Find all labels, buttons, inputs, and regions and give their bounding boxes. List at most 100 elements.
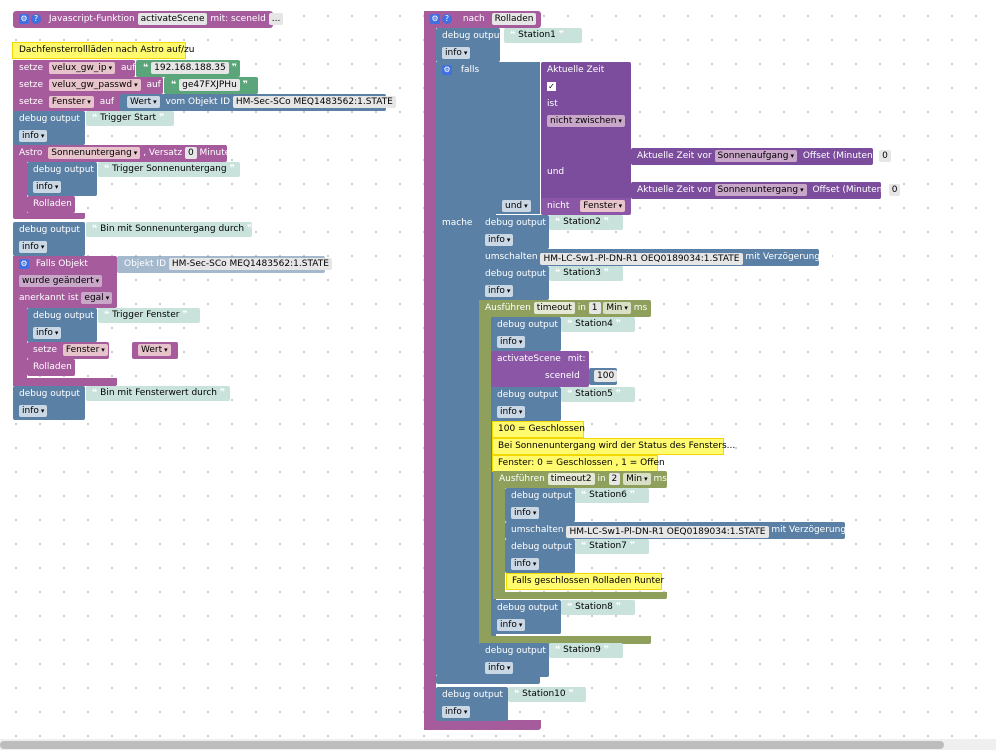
object-id-field[interactable]: HM-Sec-SCo MEQ1483562:1.STATE	[232, 96, 396, 108]
function-label: Javascript-Funktion	[48, 14, 135, 24]
ack-dropdown[interactable]: egal ▾	[81, 292, 113, 304]
procedure-footer	[424, 720, 541, 730]
quote-icon: ❝	[143, 63, 149, 73]
log-level-dropdown[interactable]: info ▾	[497, 619, 526, 631]
log-level-dropdown[interactable]: info ▾	[485, 285, 514, 297]
unit-dropdown[interactable]: Min ▾	[603, 302, 631, 314]
timeout-name-field[interactable]: timeout	[533, 302, 575, 314]
log-level-dropdown[interactable]: info ▾	[485, 234, 514, 246]
offset-field[interactable]: 0	[888, 184, 901, 196]
log-level-dropdown[interactable]: info ▾	[442, 47, 471, 59]
text-field[interactable]: Station3	[563, 268, 601, 278]
function-header: ⚙? Javascript-Funktion activateScene mit…	[16, 12, 284, 27]
log-level-dropdown[interactable]: info ▾	[442, 706, 471, 718]
variable-dropdown[interactable]: Fenster ▾	[48, 96, 94, 108]
comment-block[interactable]: 100 = Geschlossen	[492, 421, 585, 438]
checkmark-icon[interactable]: ✓	[547, 82, 556, 91]
quote-icon: ❞	[158, 113, 165, 123]
log-level-dropdown[interactable]: info ▾	[33, 181, 62, 193]
text-field[interactable]: Bin mit Fensterwert durch	[100, 388, 217, 398]
text-field[interactable]: Station5	[575, 389, 613, 399]
timeout-name-field[interactable]: timeout2	[547, 473, 595, 485]
variable-dropdown[interactable]: velux_gw_ip ▾	[48, 62, 116, 74]
set-keyword: setze	[19, 63, 44, 73]
log-level-dropdown[interactable]: info ▾	[33, 327, 62, 339]
text-field[interactable]: Trigger Sonnenuntergang	[112, 164, 226, 174]
function-name-field[interactable]: activateScene	[137, 13, 208, 25]
text-field[interactable]: Station1	[518, 30, 556, 40]
trigger-footer	[13, 378, 117, 386]
comment-block[interactable]: Fenster: 0 = Geschlossen , 1 = Offen	[492, 455, 665, 472]
text-field[interactable]: Trigger Fenster	[112, 310, 179, 320]
help-icon[interactable]: ?	[442, 13, 452, 24]
log-level-dropdown[interactable]: info ▾	[497, 336, 526, 348]
variable-dropdown[interactable]: velux_gw_passwd ▾	[48, 79, 141, 91]
set-variable-row: setze velux_gw_passwd ▾ auf	[19, 79, 161, 91]
text-field[interactable]: Station6	[589, 490, 627, 500]
unit-dropdown[interactable]: Min ▾	[623, 473, 651, 485]
if-footer	[436, 676, 540, 684]
text-field[interactable]: Station10	[522, 689, 565, 699]
help-icon[interactable]: ?	[31, 13, 41, 24]
timeout-spine	[479, 300, 491, 644]
property-dropdown[interactable]: Wert ▾	[127, 96, 160, 108]
scrollbar-thumb[interactable]	[0, 741, 944, 749]
debug-keyword: debug output	[19, 114, 80, 124]
gear-icon[interactable]: ⚙	[442, 64, 452, 75]
comment-block[interactable]: Dachfensterrollläden nach Astro auf/zu	[12, 42, 194, 59]
object-id-field[interactable]: HM-LC-Sw1-Pl-DN-R1 OEQ0189034:1.STATE	[566, 526, 769, 538]
logic-op-dropdown[interactable]: und ▾	[502, 200, 531, 212]
object-id-field[interactable]: HM-Sec-SCo MEQ1483562:1.STATE	[168, 258, 332, 270]
quote-icon: ❞	[231, 63, 237, 73]
comment-text: Dachfensterrollläden nach Astro auf/zu	[19, 45, 195, 55]
astro-event-dropdown[interactable]: Sonnenaufgang ▾	[714, 150, 797, 162]
text-field[interactable]: Station8	[575, 602, 613, 612]
comment-block[interactable]: Bei Sonnenuntergang wird der Status des …	[492, 438, 735, 455]
log-level-dropdown[interactable]: info ▾	[511, 507, 540, 519]
change-mode-dropdown[interactable]: wurde geändert ▾	[19, 275, 103, 287]
number-field[interactable]: 100	[594, 370, 618, 382]
text-field[interactable]: ge47FXJPHu	[179, 79, 240, 91]
text-field[interactable]: Bin mit Sonnenuntergang durch	[100, 224, 244, 234]
and-block[interactable]	[496, 62, 540, 214]
log-level-dropdown[interactable]: info ▾	[485, 662, 514, 674]
delay-field[interactable]: 2	[608, 473, 621, 485]
log-level-dropdown[interactable]: info ▾	[497, 406, 526, 418]
object-id-field[interactable]: HM-LC-Sw1-Pl-DN-R1 OEQ0189034:1.STATE	[540, 253, 743, 265]
quote-icon: ❞	[242, 80, 248, 90]
procedure-name-field[interactable]: Rolladen	[491, 13, 537, 25]
text-field[interactable]: Trigger Start	[100, 113, 156, 123]
compare-mode-dropdown[interactable]: nicht zwischen ▾	[547, 115, 625, 127]
text-field[interactable]: Station4	[575, 319, 613, 329]
delay-checkbox[interactable]	[848, 525, 858, 534]
timeout-spine	[493, 471, 505, 599]
delay-checkbox[interactable]	[822, 252, 832, 261]
astro-event-dropdown[interactable]: Sonnenuntergang ▾	[714, 184, 807, 196]
function-params-label: mit: sceneId	[210, 14, 266, 24]
variable-dropdown[interactable]: Fenster ▾	[62, 344, 108, 356]
offset-field[interactable]: 0	[879, 150, 891, 162]
delay-field[interactable]: 1	[588, 302, 601, 314]
procedure-spine	[424, 11, 436, 730]
text-field[interactable]: 192.168.188.35	[151, 62, 229, 74]
log-level-dropdown[interactable]: info ▾	[19, 405, 48, 417]
gear-icon[interactable]: ⚙	[19, 13, 29, 24]
variable-dropdown[interactable]: Fenster ▾	[580, 200, 626, 212]
to-label: auf	[120, 63, 136, 73]
log-level-dropdown[interactable]: info ▾	[19, 130, 48, 142]
set-variable-row: setze velux_gw_ip ▾ auf	[16, 61, 135, 76]
comment-block[interactable]: Falls geschlossen Rolladen Runter	[506, 573, 664, 590]
quote-icon: ❝	[92, 113, 98, 123]
astro-event-dropdown[interactable]: Sonnenuntergang ▾	[48, 147, 141, 159]
text-field[interactable]: Station7	[589, 541, 627, 551]
text-field[interactable]: Station9	[563, 645, 601, 655]
log-level-dropdown[interactable]: info ▾	[511, 558, 540, 570]
function-more-field[interactable]: ...	[268, 13, 284, 25]
gear-icon[interactable]: ⚙	[430, 13, 440, 24]
log-level-dropdown[interactable]: info ▾	[19, 241, 48, 253]
gear-icon[interactable]: ⚙	[19, 258, 29, 269]
text-field[interactable]: Station2	[563, 217, 601, 227]
offset-field[interactable]: 0	[184, 147, 197, 159]
timeout-footer	[493, 592, 667, 599]
variable-dropdown[interactable]: Wert ▾	[138, 344, 171, 356]
